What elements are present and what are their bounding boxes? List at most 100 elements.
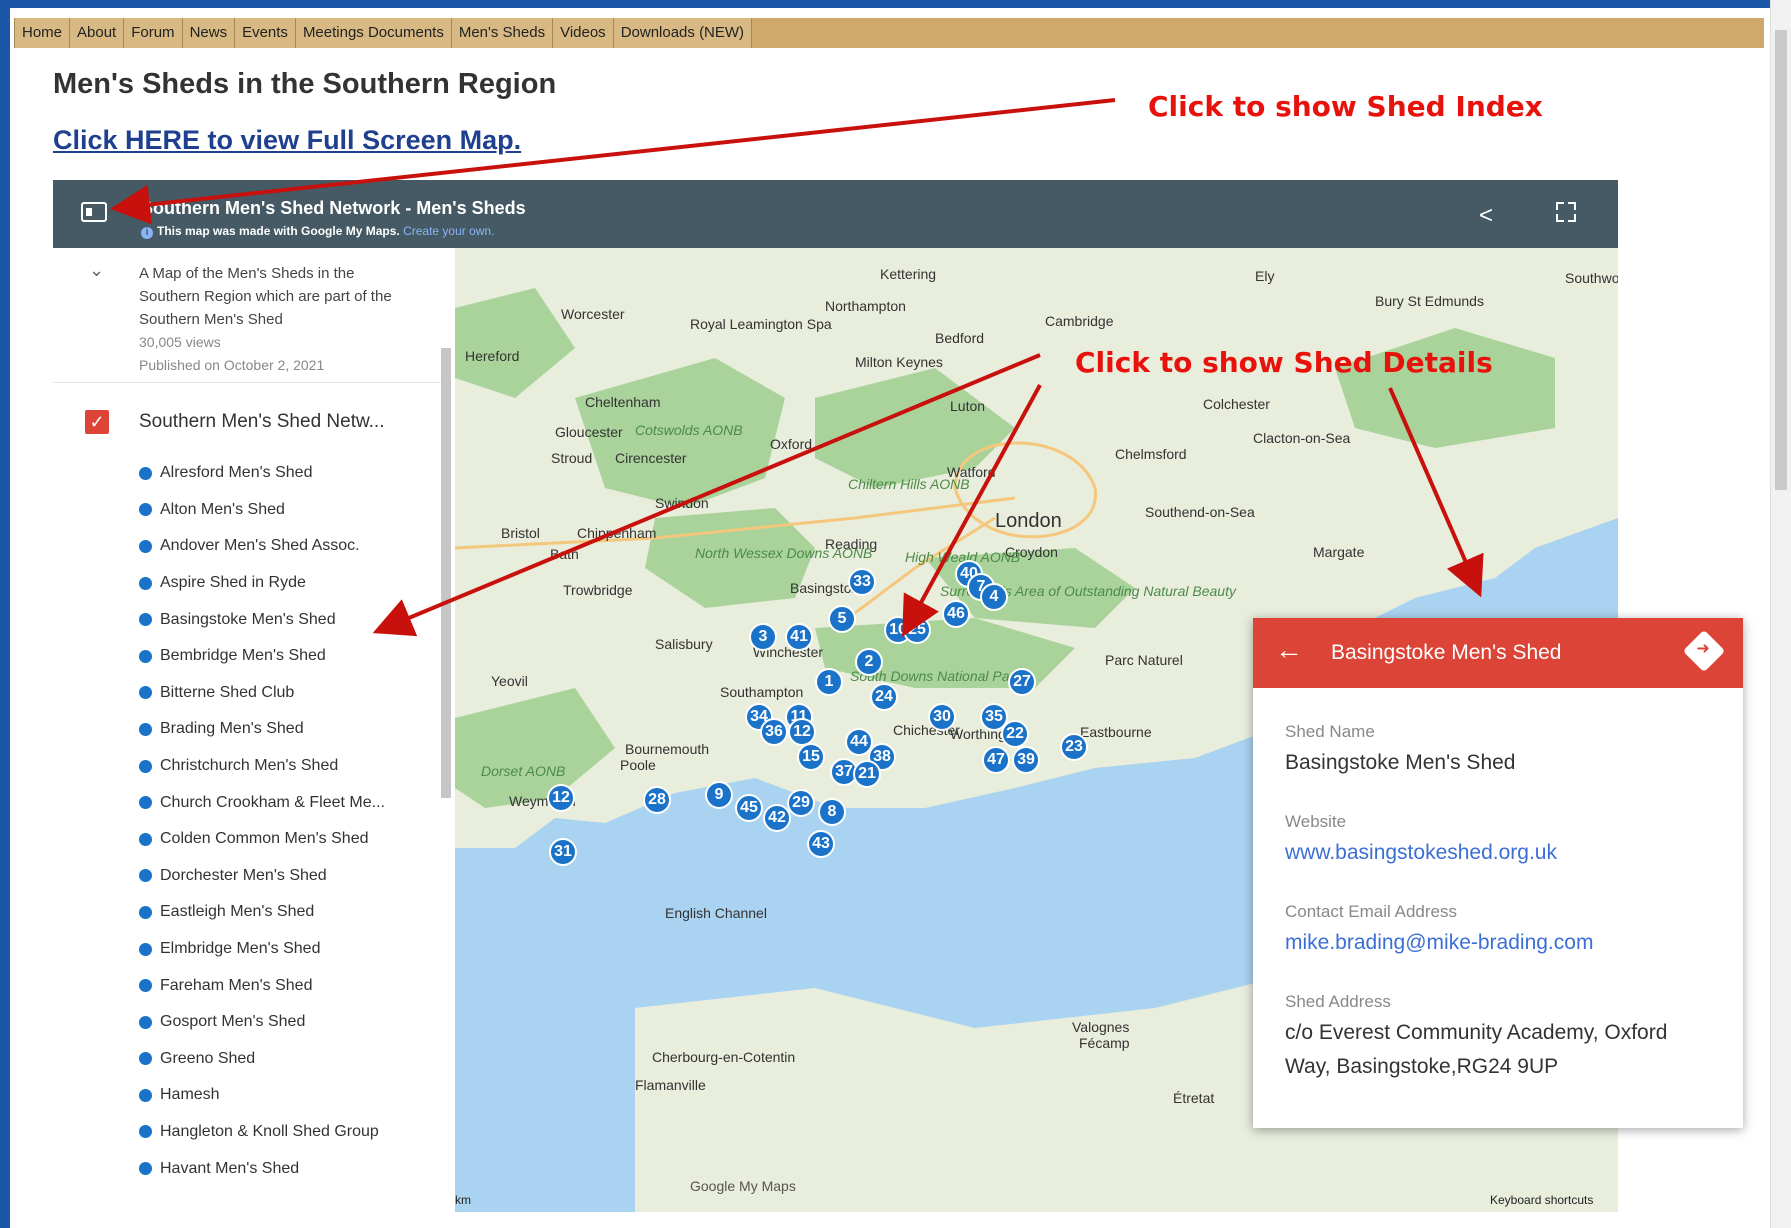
map-marker[interactable]: 36 [760, 718, 788, 746]
map-marker[interactable]: 23 [1060, 733, 1088, 761]
scrollbar-thumb[interactable] [1775, 30, 1787, 490]
map-place-label: Bournemouth [625, 741, 710, 757]
map-marker[interactable]: 45 [735, 794, 763, 822]
shed-list-item-label: Christchurch Men's Shed [160, 757, 339, 775]
shed-list-item-label: Church Crookham & Fleet Me... [160, 793, 385, 811]
shed-list-item-label: Dorchester Men's Shed [160, 866, 327, 884]
map-marker[interactable]: 30 [928, 703, 956, 731]
shed-list-item[interactable]: Basingstoke Men's Shed [139, 601, 385, 638]
map-marker[interactable]: 8 [818, 798, 846, 826]
shed-list-item[interactable]: Dorchester Men's Shed [139, 858, 385, 895]
map-marker[interactable]: 5 [828, 605, 856, 633]
map-place-label: Salisbury [655, 636, 713, 652]
nav-news[interactable]: News [182, 18, 236, 48]
map-title: Southern Men's Shed Network - Men's Shed… [141, 198, 526, 218]
shed-list-item[interactable]: Greeno Shed [139, 1041, 385, 1078]
map-marker[interactable]: 43 [807, 830, 835, 858]
map-place-label: Bath [550, 546, 579, 562]
shed-list-item[interactable]: Aspire Shed in Ryde [139, 565, 385, 602]
fullscreen-map-link[interactable]: Click HERE to view Full Screen Map. [53, 125, 521, 156]
map-place-label: Bristol [501, 525, 540, 541]
shed-list-item[interactable]: Church Crookham & Fleet Me... [139, 784, 385, 821]
nav-events[interactable]: Events [235, 18, 296, 48]
map-place-label: Dorset AONB [481, 763, 566, 779]
share-icon[interactable]: < [1479, 202, 1493, 230]
shed-details-card: ← Basingstoke Men's Shed Shed Name Basin… [1253, 618, 1743, 1128]
shed-list-item[interactable]: Brading Men's Shed [139, 711, 385, 748]
shed-list-item[interactable]: Eastleigh Men's Shed [139, 894, 385, 931]
shed-list-item[interactable]: Andover Men's Shed Assoc. [139, 528, 385, 565]
shed-list-item[interactable]: Bitterne Shed Club [139, 675, 385, 712]
map-marker[interactable]: 1 [815, 668, 843, 696]
map-place-label: Northampton [825, 298, 906, 314]
nav-mens-sheds[interactable]: Men's Sheds [451, 18, 554, 48]
nav-about[interactable]: About [70, 18, 125, 48]
map-marker[interactable]: 47 [982, 746, 1010, 774]
map-place-label: Swindon [655, 495, 709, 511]
email-link[interactable]: mike.brading@mike-brading.com [1285, 926, 1715, 960]
nav-meetings-documents[interactable]: Meetings Documents [295, 18, 452, 48]
map-marker[interactable]: 4 [980, 583, 1008, 611]
address-label: Shed Address [1285, 992, 1391, 1011]
map-marker[interactable]: 33 [848, 568, 876, 596]
map-marker[interactable]: 27 [1008, 668, 1036, 696]
map-description: A Map of the Men's Sheds in the Southern… [139, 262, 409, 377]
layer-name[interactable]: Southern Men's Shed Netw... [139, 411, 385, 433]
map-marker[interactable]: 29 [787, 789, 815, 817]
map-marker[interactable]: 12 [788, 718, 816, 746]
marker-pin-icon [139, 649, 152, 663]
shed-list-item[interactable]: Bembridge Men's Shed [139, 638, 385, 675]
marker-pin-icon [139, 686, 152, 700]
window-frame-left [0, 0, 10, 1228]
shed-list-item-label: Brading Men's Shed [160, 720, 304, 738]
nav-forum[interactable]: Forum [124, 18, 183, 48]
nav-downloads[interactable]: Downloads (NEW) [613, 18, 753, 48]
page-scrollbar[interactable] [1770, 0, 1791, 1228]
map-marker[interactable]: 24 [870, 683, 898, 711]
fullscreen-icon[interactable] [1556, 202, 1576, 222]
create-your-own-link[interactable]: Create your own. [403, 224, 494, 238]
shed-list-item[interactable]: Gosport Men's Shed [139, 1004, 385, 1041]
back-arrow-icon[interactable]: ← [1275, 634, 1303, 666]
card-header: ← Basingstoke Men's Shed [1253, 618, 1743, 688]
directions-icon[interactable] [1682, 629, 1726, 673]
nav-home[interactable]: Home [14, 18, 71, 48]
shed-list-item[interactable]: Colden Common Men's Shed [139, 821, 385, 858]
map-marker[interactable]: 12 [547, 784, 575, 812]
shed-list-item[interactable]: Havant Men's Shed [139, 1150, 385, 1187]
shed-list-item[interactable]: Fareham Men's Shed [139, 967, 385, 1004]
map-marker[interactable]: 9 [705, 781, 733, 809]
nav-videos[interactable]: Videos [553, 18, 614, 48]
map-marker[interactable]: 22 [1001, 720, 1029, 748]
map-marker[interactable]: 42 [763, 804, 791, 832]
shed-list-item[interactable]: Alresford Men's Shed [139, 455, 385, 492]
shed-list-item[interactable]: Hamesh [139, 1077, 385, 1114]
map-marker[interactable]: 25 [903, 616, 931, 644]
sidebar-scrollbar[interactable] [441, 348, 451, 798]
map-marker[interactable]: 46 [942, 600, 970, 628]
map-marker[interactable]: 28 [643, 786, 671, 814]
map-marker[interactable]: 21 [853, 760, 881, 788]
marker-pin-icon [139, 905, 152, 919]
map-place-label: North Wessex Downs AONB [695, 545, 873, 561]
map-marker[interactable]: 2 [855, 648, 883, 676]
map-place-label: Cotswolds AONB [635, 422, 743, 438]
map-place-label: Cherbourg-en-Cotentin [652, 1049, 796, 1065]
shed-list-item[interactable]: Christchurch Men's Shed [139, 748, 385, 785]
layer-checkbox[interactable]: ✓ [85, 410, 109, 434]
collapse-chevron-icon[interactable]: ⌄ [89, 260, 104, 281]
keyboard-shortcuts-link[interactable]: Keyboard shortcuts [1490, 1193, 1593, 1207]
map-marker[interactable]: 15 [797, 743, 825, 771]
sidebar-toggle-icon[interactable] [81, 202, 107, 222]
map-place-label: Southend-on-Sea [1145, 504, 1255, 520]
map-marker[interactable]: 31 [549, 838, 577, 866]
map-marker[interactable]: 39 [1012, 746, 1040, 774]
map-marker[interactable]: 41 [785, 623, 813, 651]
shed-list-item[interactable]: Hangleton & Knoll Shed Group [139, 1114, 385, 1151]
website-link[interactable]: www.basingstokeshed.org.uk [1285, 836, 1715, 870]
map-sidebar: ⌄ A Map of the Men's Sheds in the Southe… [53, 248, 456, 1212]
map-marker[interactable]: 3 [749, 623, 777, 651]
marker-pin-icon [139, 722, 152, 736]
shed-list-item[interactable]: Elmbridge Men's Shed [139, 931, 385, 968]
shed-list-item[interactable]: Alton Men's Shed [139, 492, 385, 529]
